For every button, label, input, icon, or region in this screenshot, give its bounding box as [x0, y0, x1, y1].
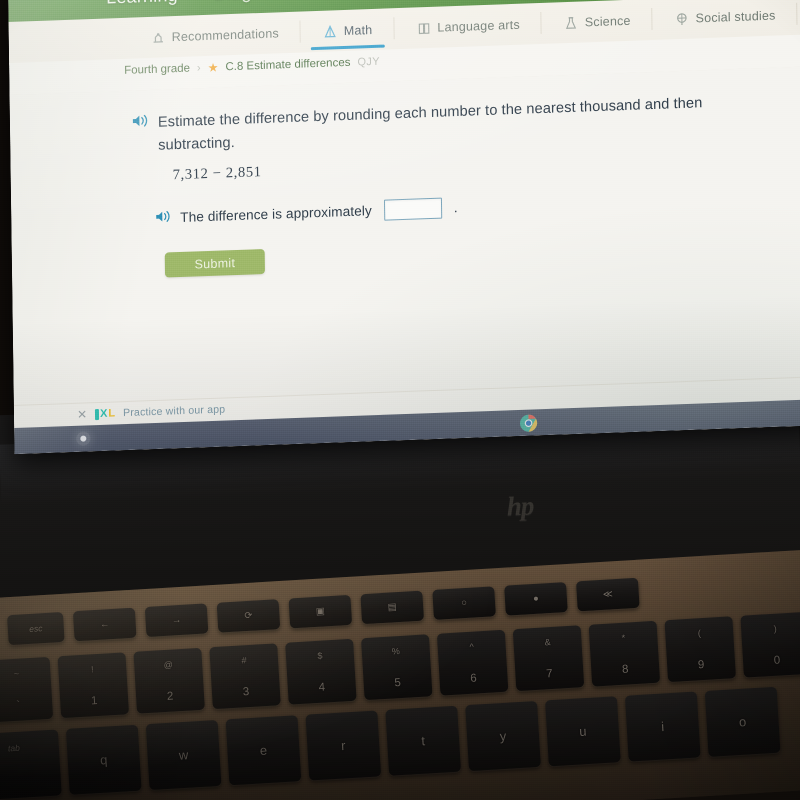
flask-icon: [564, 15, 579, 31]
key-9[interactable]: (9: [664, 616, 736, 683]
back-key[interactable]: ←: [72, 607, 137, 642]
key-3[interactable]: #3: [209, 643, 281, 710]
forward-key[interactable]: →: [144, 603, 209, 638]
key-7[interactable]: & 7: [512, 625, 585, 692]
browser-viewport: Learning Diagnostic Analytics Recommenda…: [8, 0, 800, 455]
close-icon[interactable]: ✕: [77, 407, 87, 421]
recommendations-icon: [151, 30, 166, 46]
tab-math[interactable]: Math: [301, 8, 395, 53]
globe-icon: [675, 11, 690, 27]
ixl-logo-x: X: [99, 407, 108, 420]
key-esc[interactable]: esc: [6, 611, 65, 646]
key-r[interactable]: r: [305, 710, 382, 781]
breadcrumb-separator-icon: ›: [196, 62, 201, 75]
hp-logo: hp: [506, 490, 534, 522]
key-tab[interactable]: tab: [0, 729, 62, 800]
key-5[interactable]: % 5: [360, 634, 433, 701]
math-pyramid-icon: [323, 24, 338, 40]
answer-prefix-text: The difference is approximately: [180, 203, 372, 225]
promo-text[interactable]: Practice with our app: [123, 403, 225, 419]
question-prompt-text: Estimate the difference by rounding each…: [157, 95, 703, 154]
speaker-audio-icon[interactable]: [155, 209, 171, 229]
chrome-icon[interactable]: [519, 413, 538, 433]
tab-language-arts[interactable]: Language arts: [394, 3, 542, 50]
ixl-logo-bar: [94, 408, 100, 420]
key-4[interactable]: $4: [285, 638, 357, 705]
skill-code: QJY: [357, 55, 381, 69]
key-0[interactable]: ) 0: [740, 611, 800, 678]
nav-item-diagnostic[interactable]: Diagnostic: [214, 0, 300, 5]
reload-key[interactable]: ⟳: [216, 599, 281, 633]
fullscreen-key[interactable]: ▣: [288, 594, 353, 629]
ixl-logo: X L: [94, 407, 116, 420]
tab-label: Science: [584, 13, 631, 30]
launcher-circle-icon[interactable]: [76, 431, 91, 446]
brightness-up-key[interactable]: ●: [504, 582, 568, 616]
key-e[interactable]: e: [225, 715, 302, 786]
breadcrumb: Fourth grade › ★ C.8 Estimate difference…: [124, 56, 380, 77]
ixl-logo-l: L: [108, 407, 116, 420]
speaker-audio-icon[interactable]: [132, 113, 149, 134]
nav-item-learning[interactable]: Learning: [106, 0, 178, 8]
tab-label: Recommendations: [171, 26, 279, 45]
photograph-of-laptop: hp Learning Diagnostic Analytics: [0, 0, 800, 800]
breadcrumb-grade[interactable]: Fourth grade: [124, 63, 190, 77]
key-6[interactable]: ^ 6: [436, 629, 509, 696]
key-1[interactable]: ! 1: [57, 652, 130, 719]
key-2[interactable]: @2: [133, 647, 205, 714]
brightness-down-key[interactable]: ○: [432, 586, 496, 620]
submit-button[interactable]: Submit: [164, 248, 266, 278]
answer-input[interactable]: [383, 197, 442, 221]
key-backtick[interactable]: ~ `: [0, 656, 54, 723]
tab-label: Language arts: [437, 17, 520, 35]
math-expression: 7,312 − 2,851: [172, 164, 262, 184]
mute-key[interactable]: ≪: [575, 577, 640, 612]
tab-science[interactable]: Science: [542, 0, 653, 45]
favorite-star-icon[interactable]: ★: [208, 61, 219, 75]
answer-row: The difference is approximately .: [155, 197, 458, 229]
laptop-screen: Learning Diagnostic Analytics Recommenda…: [8, 0, 800, 455]
breadcrumb-skill: C.8 Estimate differences: [225, 56, 351, 74]
key-o[interactable]: o: [704, 686, 781, 757]
key-t[interactable]: t: [385, 705, 462, 776]
question-prompt-row: Estimate the difference by rounding each…: [132, 91, 728, 158]
answer-period: .: [453, 200, 458, 216]
book-icon: [416, 20, 431, 36]
key-y[interactable]: y: [465, 700, 541, 772]
key-i[interactable]: i: [624, 691, 701, 762]
key-8[interactable]: * 8: [588, 620, 661, 687]
overview-key[interactable]: ▤: [360, 590, 425, 625]
tab-label: Social studies: [695, 8, 776, 26]
tab-label: Math: [343, 22, 373, 39]
key-q[interactable]: q: [65, 724, 142, 795]
key-u[interactable]: u: [544, 696, 621, 767]
key-w[interactable]: w: [145, 719, 222, 791]
top-nav-items: Learning Diagnostic Analytics: [106, 0, 410, 8]
